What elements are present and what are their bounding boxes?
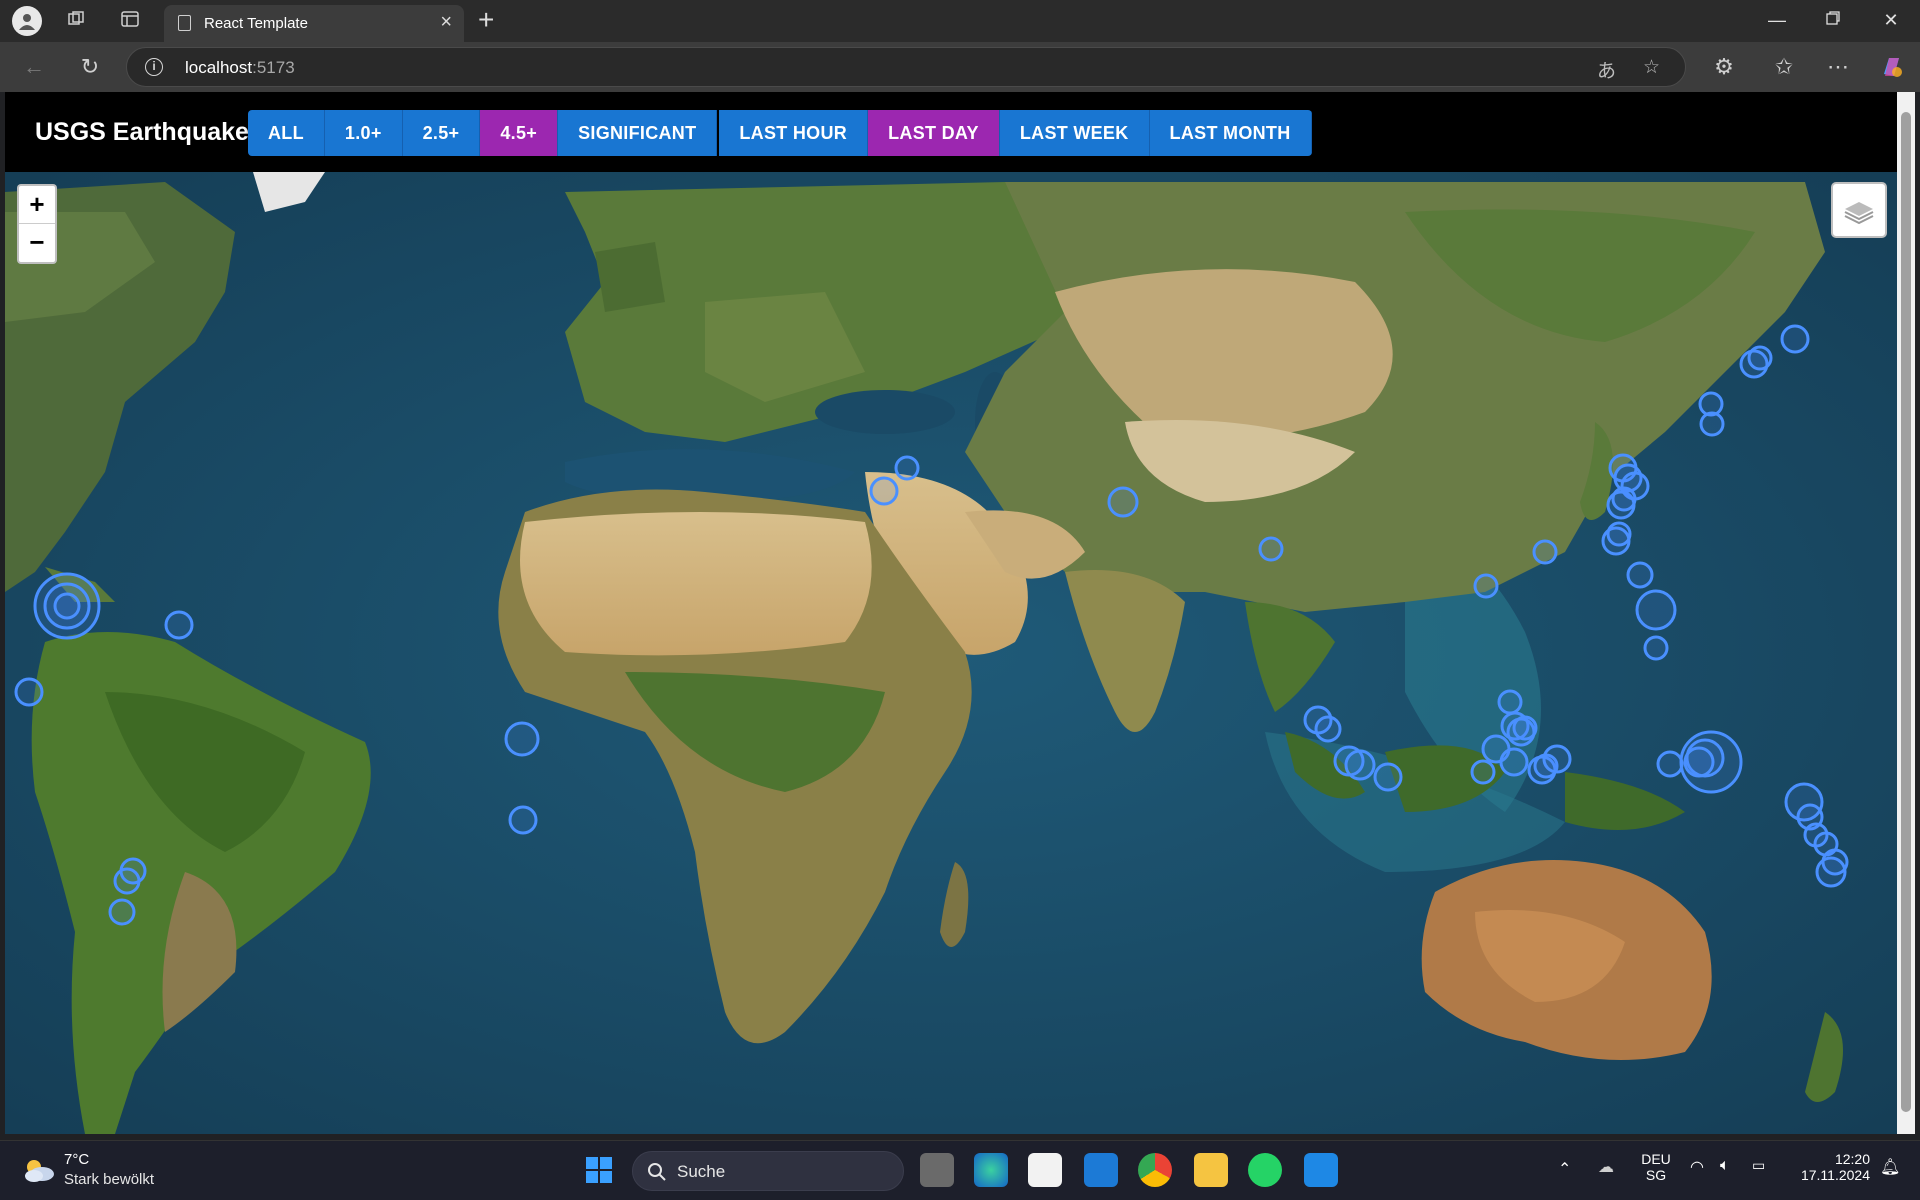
favorites-icon[interactable]: ✩	[1770, 54, 1798, 82]
battery-icon[interactable]: ▭	[1752, 1157, 1765, 1174]
filter-last-hour-button[interactable]: LAST HOUR	[719, 110, 869, 156]
cloud-sync-icon[interactable]: ☁	[1598, 1157, 1614, 1177]
vertical-tabs-icon[interactable]	[118, 9, 142, 33]
app-header: USGS Earthquakes ALL 1.0+ 2.5+ 4.5+ SIGN…	[5, 92, 1897, 172]
url-text[interactable]: localhost:5173	[185, 58, 295, 78]
info-icon[interactable]: i	[145, 58, 163, 76]
minimize-icon[interactable]: —	[1762, 8, 1792, 32]
reload-icon[interactable]: ↻	[76, 54, 104, 82]
wifi-icon[interactable]: ◠	[1690, 1157, 1704, 1177]
windows-start-icon[interactable]	[582, 1153, 616, 1187]
search-icon	[648, 1163, 666, 1181]
search-placeholder: Suche	[677, 1162, 726, 1181]
show-hidden-icons[interactable]: ⌃	[1558, 1159, 1571, 1179]
file-explorer-icon[interactable]	[1194, 1153, 1228, 1187]
filter-last-day-button[interactable]: LAST DAY	[868, 110, 1000, 156]
zoom-in-button[interactable]: +	[19, 186, 55, 224]
whatsapp-icon[interactable]	[1248, 1153, 1282, 1187]
task-view-icon[interactable]	[920, 1153, 954, 1187]
browser-navbar: ← ↻ i localhost:5173 あ ☆ ⚙ ✩ ⋯	[0, 42, 1920, 92]
tab-title: React Template	[204, 15, 308, 32]
filter-button-group: ALL 1.0+ 2.5+ 4.5+ SIGNIFICANT LAST HOUR…	[248, 110, 1312, 156]
page-icon	[178, 15, 191, 31]
address-bar[interactable]: i localhost:5173 あ ☆	[126, 47, 1686, 87]
close-tab-icon[interactable]: ×	[440, 11, 452, 34]
browser-titlebar: React Template × + — ✕	[0, 0, 1920, 42]
filter-significant-button[interactable]: SIGNIFICANT	[558, 110, 718, 156]
outlook-icon[interactable]	[1084, 1153, 1118, 1187]
copilot-icon[interactable]	[1878, 54, 1906, 82]
microsoft-store-icon[interactable]	[1028, 1153, 1062, 1187]
scrollbar-thumb[interactable]	[1901, 112, 1911, 1112]
volume-muted-icon[interactable]: 🔈︎	[1720, 1157, 1730, 1175]
zoom-out-button[interactable]: −	[19, 224, 55, 262]
filter-1-0-button[interactable]: 1.0+	[324, 110, 403, 156]
workspaces-icon[interactable]	[64, 9, 88, 33]
notification-bell-icon[interactable]: 🔔︎	[1880, 1157, 1900, 1177]
layers-control-button[interactable]	[1831, 182, 1887, 238]
page-viewport: USGS Earthquakes ALL 1.0+ 2.5+ 4.5+ SIGN…	[5, 92, 1897, 1134]
chrome-icon[interactable]	[1138, 1153, 1172, 1187]
cloud-weather-icon	[25, 1160, 54, 1182]
app-title: USGS Earthquakes	[35, 118, 263, 146]
filter-2-5-button[interactable]: 2.5+	[402, 110, 481, 156]
profile-icon[interactable]	[12, 6, 42, 36]
more-options-icon[interactable]: ⋯	[1824, 54, 1852, 82]
weather-description[interactable]: Stark bewölkt	[64, 1171, 154, 1188]
windows-taskbar: 7°C Stark bewölkt Suche ⌃ ☁ DEU SG ◠ 🔈︎ …	[0, 1140, 1920, 1200]
taskbar-search[interactable]: Suche	[632, 1151, 904, 1191]
favorite-star-icon[interactable]: ☆	[1643, 56, 1660, 79]
language-indicator[interactable]: DEU SG	[1638, 1151, 1674, 1183]
browser-tab[interactable]: React Template ×	[164, 5, 464, 42]
read-aloud-icon[interactable]: あ	[1597, 56, 1616, 83]
clock[interactable]: 12:20 17.11.2024	[1790, 1151, 1870, 1183]
page-scrollbar[interactable]	[1897, 92, 1915, 1134]
close-window-icon[interactable]: ✕	[1876, 8, 1906, 32]
restore-icon[interactable]	[1818, 8, 1848, 32]
extensions-icon[interactable]: ⚙	[1710, 54, 1738, 82]
new-tab-icon[interactable]: +	[478, 4, 494, 36]
earthquake-map[interactable]: + −	[5, 172, 1897, 1134]
filter-4-5-button[interactable]: 4.5+	[480, 110, 559, 156]
filter-last-month-button[interactable]: LAST MONTH	[1149, 110, 1312, 156]
zoom-control: + −	[17, 184, 57, 264]
satellite-basemap	[5, 172, 1897, 1134]
layers-icon	[1844, 202, 1874, 225]
filter-last-week-button[interactable]: LAST WEEK	[999, 110, 1150, 156]
edge-browser-icon[interactable]	[974, 1153, 1008, 1187]
filter-all-button[interactable]: ALL	[248, 110, 325, 156]
back-icon[interactable]: ←	[20, 54, 48, 82]
weather-temperature[interactable]: 7°C	[64, 1151, 89, 1168]
vscode-icon[interactable]	[1304, 1153, 1338, 1187]
